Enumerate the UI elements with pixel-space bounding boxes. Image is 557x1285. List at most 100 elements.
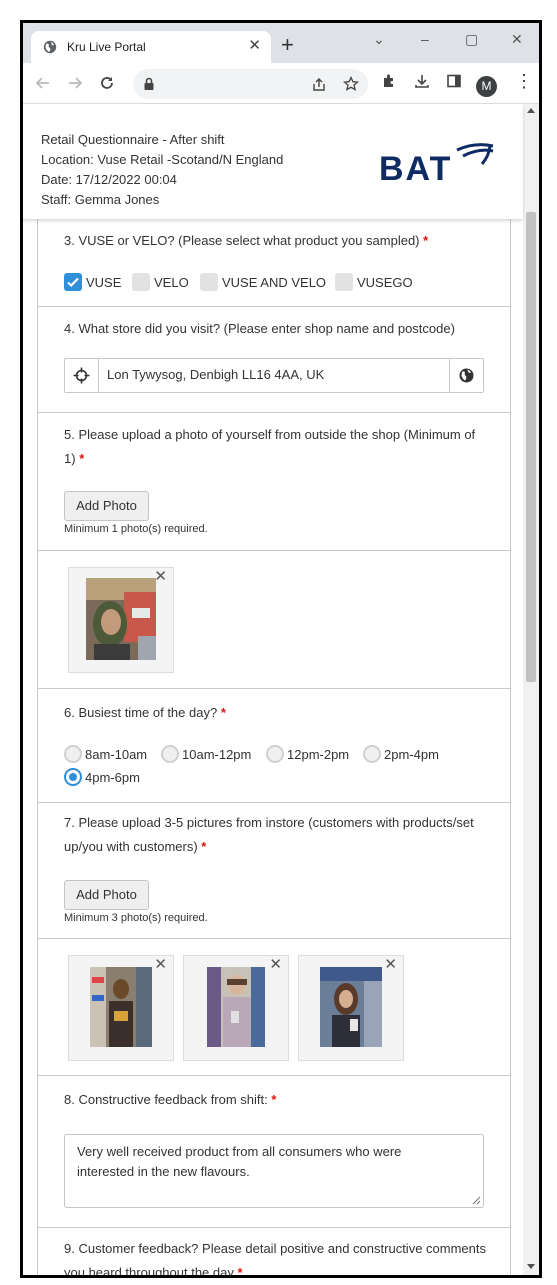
- checkbox-vusego[interactable]: [335, 273, 353, 291]
- checkbox-label-vuse: VUSE: [86, 275, 122, 290]
- question-5: 5. Please upload a photo of yourself fro…: [38, 413, 510, 551]
- remove-photo-icon[interactable]: ✕: [154, 569, 167, 585]
- checkbox-label-velo: VELO: [154, 275, 189, 290]
- browser-frame: Kru Live Portal ✕ + ⌄ – ▢ ✕ M ⋮ Retail Q…: [20, 20, 542, 1278]
- globe-icon: [43, 40, 57, 54]
- page-viewport: Retail Questionnaire - After shift Locat…: [23, 104, 539, 1275]
- form-container: 3. VUSE or VELO? (Please select what pro…: [37, 104, 511, 1275]
- checkbox-label-vusego: VUSEGO: [357, 275, 413, 290]
- radio-label-12pm-2pm: 12pm-2pm: [287, 747, 350, 762]
- star-icon[interactable]: [343, 76, 359, 92]
- question-9: 9. Customer feedback? Please detail posi…: [38, 1228, 510, 1275]
- constructive-feedback-value: Very well received product from all cons…: [77, 1144, 402, 1179]
- locate-button[interactable]: [65, 359, 99, 392]
- extensions-icon[interactable]: [381, 73, 397, 89]
- svg-text:BAT: BAT: [379, 150, 452, 184]
- required-marker: *: [220, 705, 226, 720]
- reload-icon[interactable]: [99, 75, 115, 91]
- tab-strip: Kru Live Portal ✕ + ⌄ – ▢ ✕: [23, 23, 539, 63]
- scroll-down-arrow-icon[interactable]: [527, 1264, 535, 1269]
- question-5-label: 5. Please upload a photo of yourself fro…: [64, 427, 476, 466]
- question-7: 7. Please upload 3-5 pictures from insto…: [38, 803, 510, 939]
- scrollbar-thumb[interactable]: [526, 212, 536, 682]
- checkbox-label-vuse-and-velo: VUSE AND VELO: [222, 275, 327, 290]
- store-location-input[interactable]: Lon Tywysog, Denbigh LL16 4AA, UK: [107, 367, 324, 382]
- radio-12pm-2pm[interactable]: [266, 745, 284, 763]
- browser-menu-icon[interactable]: ⋮: [515, 71, 533, 92]
- question-6: 6. Busiest time of the day? * 8am-10am 1…: [38, 689, 510, 803]
- remove-photo-icon[interactable]: ✕: [384, 957, 397, 973]
- radio-8am-10am[interactable]: [64, 745, 82, 763]
- scroll-up-arrow-icon[interactable]: [527, 108, 535, 113]
- browser-window: Kru Live Portal ✕ + ⌄ – ▢ ✕ M ⋮ Retail Q…: [23, 23, 539, 1275]
- photo-thumbnail[interactable]: ✕: [68, 955, 174, 1061]
- checkbox-velo[interactable]: [132, 273, 150, 291]
- radio-label-10am-12pm: 10am-12pm: [182, 747, 252, 762]
- radio-2pm-4pm[interactable]: [363, 745, 381, 763]
- profile-avatar[interactable]: M: [476, 76, 497, 97]
- required-marker: *: [237, 1265, 243, 1275]
- question-3-label: 3. VUSE or VELO? (Please select what pro…: [64, 233, 429, 248]
- instore-photo-2: [207, 967, 265, 1047]
- maximize-button[interactable]: ▢: [465, 31, 478, 48]
- instore-photo-1: [90, 967, 152, 1047]
- new-tab-button[interactable]: +: [281, 34, 294, 56]
- radio-label-8am-10am: 8am-10am: [85, 747, 148, 762]
- minimize-button[interactable]: –: [421, 31, 429, 47]
- page-scrollbar[interactable]: [523, 104, 539, 1275]
- question-5-photos: ✕: [38, 551, 510, 689]
- photo-thumbnail[interactable]: ✕: [68, 567, 174, 673]
- question-3: 3. VUSE or VELO? (Please select what pro…: [38, 219, 510, 307]
- required-marker: *: [79, 451, 85, 466]
- selfie-photo: [86, 578, 156, 660]
- photo-requirement-hint: Minimum 1 photo(s) required.: [64, 523, 208, 535]
- question-4: 4. What store did you visit? (Please ent…: [38, 307, 510, 413]
- back-icon[interactable]: [35, 75, 51, 91]
- required-marker: *: [271, 1092, 277, 1107]
- radio-label-2pm-4pm: 2pm-4pm: [384, 747, 439, 762]
- add-photo-button[interactable]: Add Photo: [64, 491, 149, 521]
- forward-icon[interactable]: [67, 75, 83, 91]
- add-photo-button[interactable]: Add Photo: [64, 880, 149, 910]
- resize-handle-icon[interactable]: [472, 1196, 481, 1205]
- bat-logo: BAT: [379, 143, 494, 184]
- check-icon: [67, 277, 79, 288]
- tab-title: Kru Live Portal: [67, 40, 146, 54]
- checkbox-vuse-and-velo[interactable]: [200, 273, 218, 291]
- lock-icon[interactable]: [143, 77, 155, 91]
- question-8: 8. Constructive feedback from shift: * V…: [38, 1076, 510, 1228]
- share-icon[interactable]: [311, 77, 327, 93]
- remove-photo-icon[interactable]: ✕: [269, 957, 282, 973]
- side-panel-icon[interactable]: [446, 73, 462, 89]
- question-7-label: 7. Please upload 3-5 pictures from insto…: [64, 815, 474, 854]
- question-9-label: 9. Customer feedback? Please detail posi…: [64, 1237, 489, 1275]
- radio-label-4pm-6pm: 4pm-6pm: [85, 770, 140, 785]
- close-window-button[interactable]: ✕: [511, 31, 523, 48]
- page-header: Retail Questionnaire - After shift Locat…: [23, 104, 523, 219]
- globe-icon: [459, 368, 474, 383]
- photo-thumbnail[interactable]: ✕: [298, 955, 404, 1061]
- remove-photo-icon[interactable]: ✕: [154, 957, 167, 973]
- download-icon[interactable]: [414, 73, 430, 89]
- header-staff: Staff: Gemma Jones: [41, 192, 160, 207]
- radio-10am-12pm[interactable]: [161, 745, 179, 763]
- header-location: Location: Vuse Retail -Scotand/N England: [41, 152, 284, 167]
- instore-photo-3: [320, 967, 382, 1047]
- map-button[interactable]: [449, 359, 483, 392]
- question-8-label: 8. Constructive feedback from shift: *: [64, 1092, 277, 1107]
- tab-kru-live-portal[interactable]: Kru Live Portal ✕: [31, 31, 271, 63]
- question-6-label: 6. Busiest time of the day? *: [64, 705, 226, 720]
- required-marker: *: [201, 839, 207, 854]
- radio-4pm-6pm[interactable]: [64, 768, 82, 786]
- crosshair-icon: [73, 367, 90, 384]
- question-4-label: 4. What store did you visit? (Please ent…: [64, 321, 455, 336]
- address-bar[interactable]: [133, 69, 368, 99]
- browser-toolbar: M ⋮: [23, 63, 539, 104]
- header-title: Retail Questionnaire - After shift: [41, 132, 225, 147]
- tab-close-icon[interactable]: ✕: [248, 37, 261, 55]
- photo-thumbnail[interactable]: ✕: [183, 955, 289, 1061]
- checkbox-vuse[interactable]: [64, 273, 82, 291]
- header-date: Date: 17/12/2022 00:04: [41, 172, 177, 187]
- constructive-feedback-textarea[interactable]: Very well received product from all cons…: [64, 1134, 484, 1208]
- tab-search-chevron-icon[interactable]: ⌄: [373, 31, 385, 48]
